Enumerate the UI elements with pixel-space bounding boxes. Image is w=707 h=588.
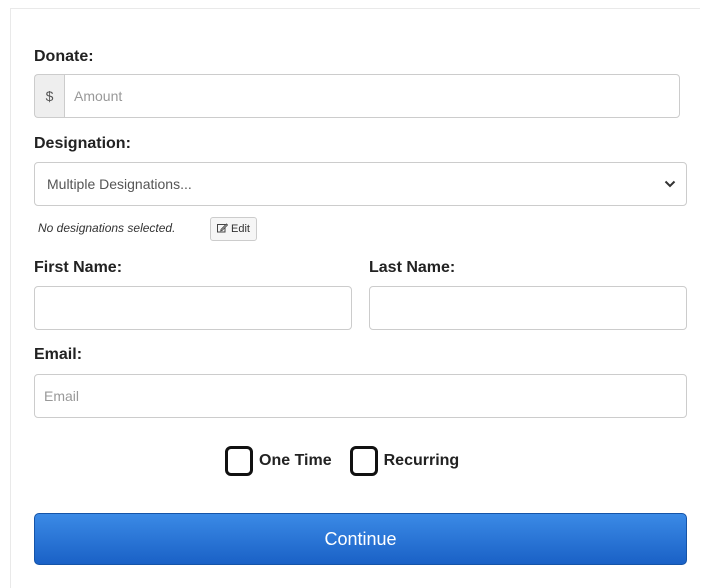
amount-input[interactable] <box>64 74 680 118</box>
continue-button[interactable]: Continue <box>34 513 687 565</box>
first-name-label: First Name: <box>34 259 123 276</box>
one-time-checkbox[interactable] <box>225 446 253 476</box>
one-time-option[interactable]: One Time <box>225 446 332 476</box>
last-name-field[interactable] <box>369 286 687 330</box>
last-name-label: Last Name: <box>369 259 456 276</box>
designation-note: No designations selected. <box>38 221 176 235</box>
edit-button-label: Edit <box>231 223 250 235</box>
first-name-field[interactable] <box>34 286 352 330</box>
amount-input-group: $ <box>34 74 680 118</box>
currency-addon: $ <box>34 74 64 118</box>
edit-designations-button[interactable]: Edit <box>210 217 257 241</box>
one-time-label: One Time <box>259 452 332 469</box>
donate-label: Donate: <box>34 48 94 65</box>
recurring-label: Recurring <box>383 452 460 469</box>
designation-selected-value: Multiple Designations... <box>47 176 192 192</box>
recurring-option[interactable]: Recurring <box>349 446 460 476</box>
email-label: Email: <box>34 346 83 363</box>
frequency-options: One Time Recurring <box>225 446 477 476</box>
recurring-checkbox[interactable] <box>349 446 378 476</box>
designation-label: Designation: <box>34 135 131 152</box>
chevron-down-icon <box>664 178 676 190</box>
edit-icon <box>217 222 229 236</box>
email-field[interactable] <box>34 374 687 418</box>
designation-select[interactable]: Multiple Designations... <box>34 162 687 206</box>
